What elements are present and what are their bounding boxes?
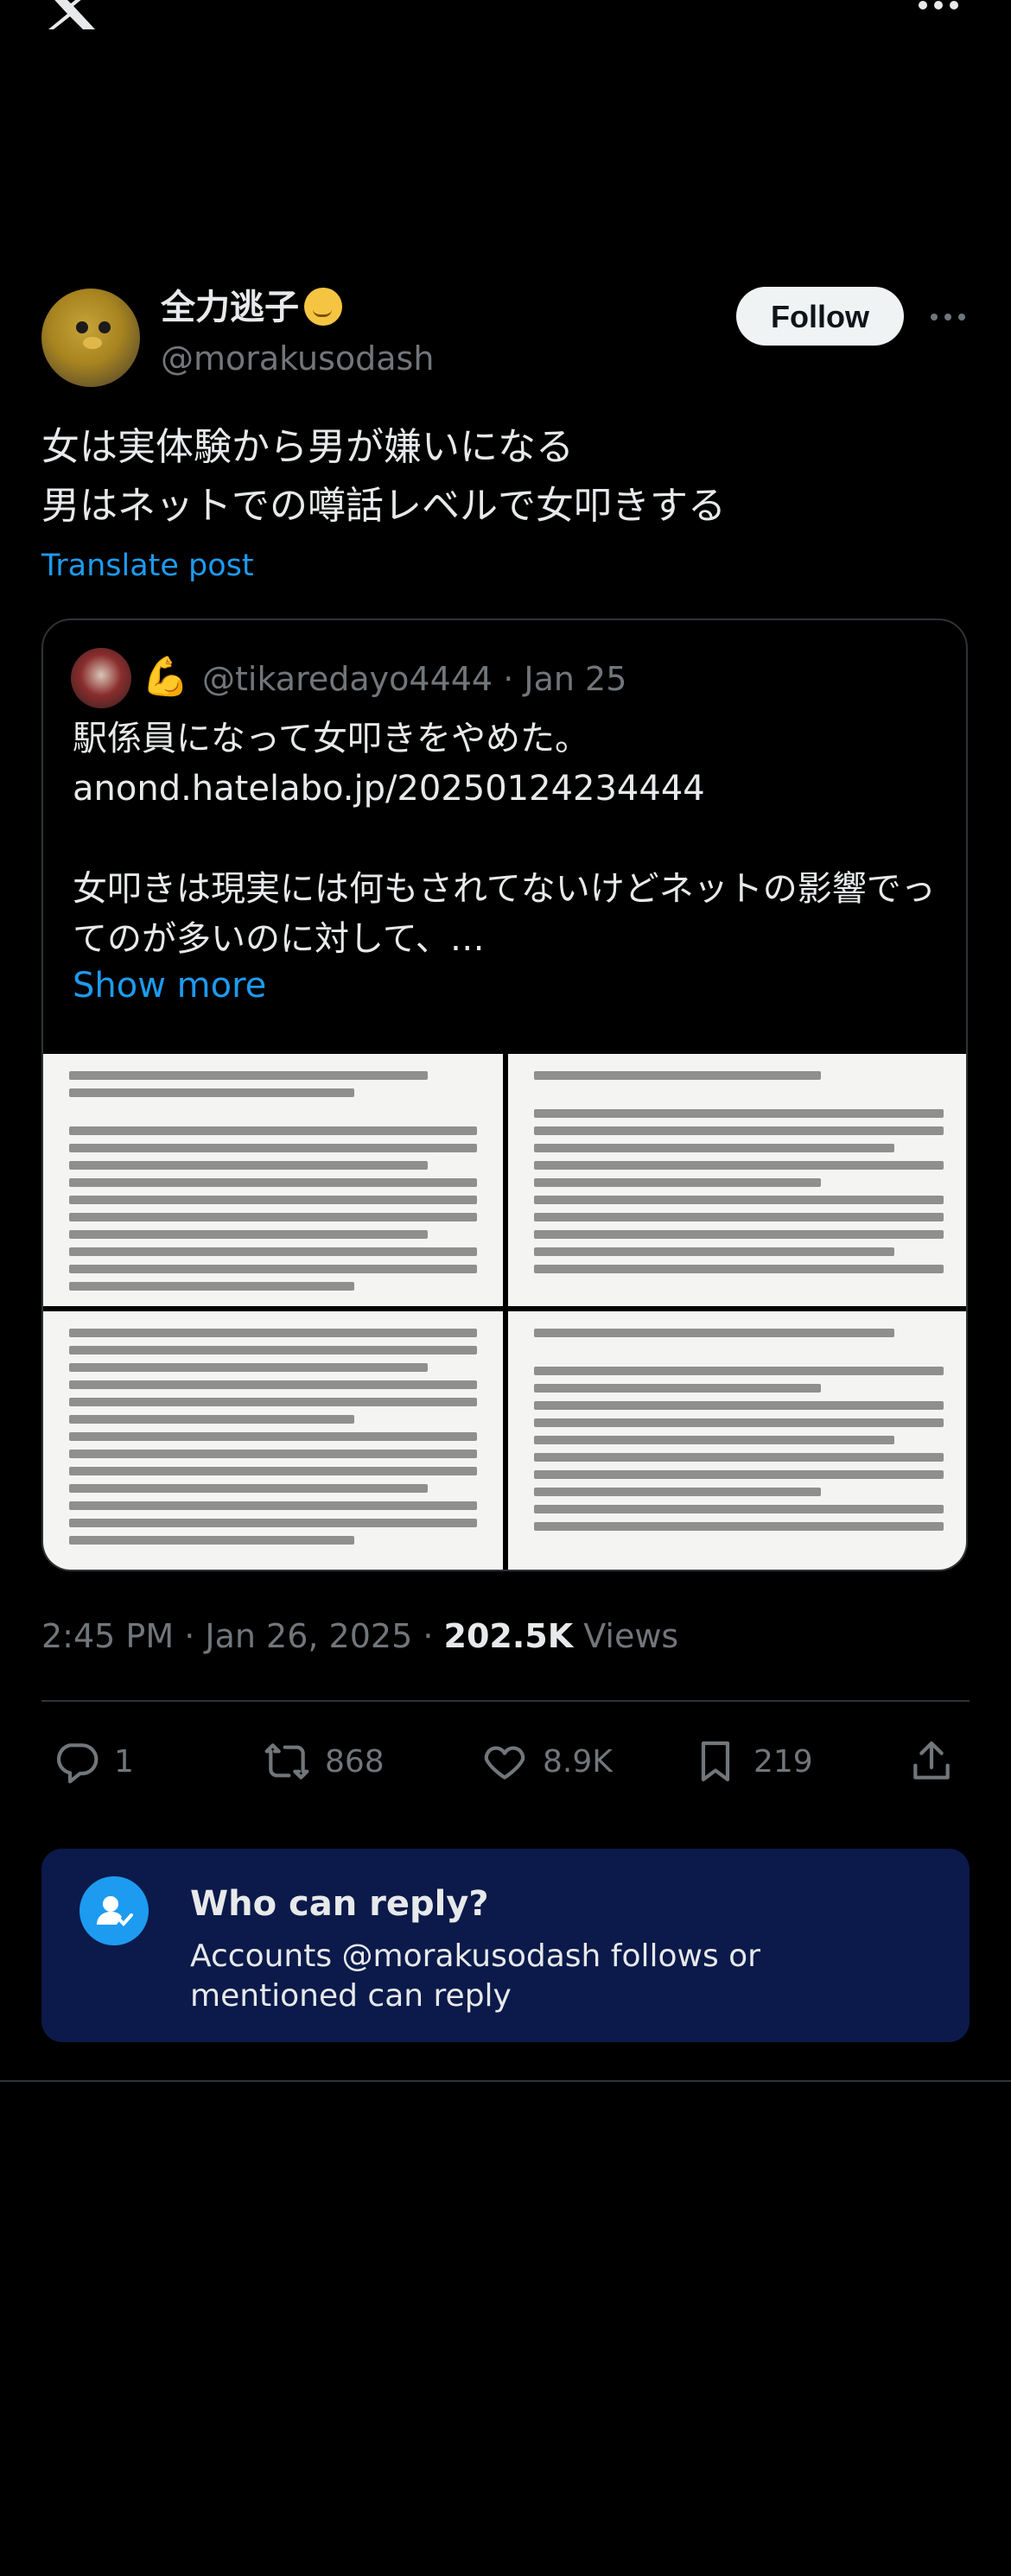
reply-restriction-banner: Who can reply? Accounts @morakusodash fo…	[41, 1849, 970, 2042]
views-label: Views	[583, 1617, 679, 1655]
quoted-handle: @tikaredayo4444	[202, 660, 493, 698]
user-check-icon	[79, 1876, 149, 1945]
display-name-text: 全力逃子	[161, 288, 299, 327]
quoted-date: Jan 25	[524, 660, 627, 698]
views-count: 202.5K	[443, 1617, 574, 1655]
like-button[interactable]: 8.9K	[480, 1731, 613, 1792]
author-handle[interactable]: @morakusodash	[161, 335, 434, 382]
article-screenshot-3[interactable]	[43, 1311, 503, 1570]
reply-count: 1	[114, 1743, 134, 1780]
reply-button[interactable]: 1	[52, 1731, 134, 1792]
share-button[interactable]	[907, 1731, 970, 1792]
article-screenshot-1[interactable]	[43, 1054, 503, 1306]
more-horizontal-icon[interactable]	[916, 0, 961, 16]
meta-separator: ·	[412, 1617, 444, 1655]
show-more-link[interactable]: Show more	[73, 961, 266, 1011]
avatar[interactable]	[41, 289, 140, 387]
flexed-biceps-emoji-icon: 💪	[142, 655, 189, 699]
reply-icon	[56, 1743, 99, 1784]
divider	[41, 1700, 970, 1702]
follow-button[interactable]: Follow	[736, 287, 904, 346]
quoted-post-card[interactable]: 💪 @tikaredayo4444 · Jan 25 駅係員になって女叩きをやめ…	[41, 619, 968, 1571]
heart-icon	[484, 1746, 525, 1780]
bookmark-count: 219	[753, 1743, 813, 1780]
quoted-avatar	[71, 648, 131, 708]
share-icon	[913, 1741, 950, 1780]
author-display-name[interactable]: 全力逃子	[161, 283, 342, 332]
post-date[interactable]: Jan 26, 2025	[205, 1617, 412, 1655]
article-screenshot-4[interactable]	[508, 1311, 966, 1570]
like-count: 8.9K	[543, 1743, 613, 1780]
post-metadata: 2:45 PM · Jan 26, 2025 · 202.5K Views	[41, 1612, 678, 1660]
article-screenshot-2[interactable]	[508, 1054, 966, 1306]
melting-face-emoji-icon	[304, 288, 342, 326]
bookmark-icon	[701, 1741, 730, 1782]
post-text: 女は実体験から男が嫌いになる 男はネットでの噂話レベルで女叩きする	[41, 425, 726, 528]
x-logo-icon[interactable]	[43, 0, 99, 29]
repost-button[interactable]: 868	[263, 1731, 385, 1792]
reply-restriction-title: Who can reply?	[190, 1884, 489, 1924]
quoted-separator: ·	[493, 660, 525, 698]
bookmark-button[interactable]: 219	[691, 1731, 813, 1792]
repost-count: 868	[325, 1743, 385, 1780]
post-time[interactable]: 2:45 PM	[41, 1617, 174, 1655]
quoted-handle-line: @tikaredayo4444 · Jan 25	[202, 653, 626, 705]
quoted-text: 駅係員になって女叩きをやめた。 anond.hatelabo.jp/202501…	[73, 719, 936, 959]
reply-restriction-description: Accounts @morakusodash follows or mentio…	[190, 1938, 760, 2014]
post-more-icon[interactable]	[928, 304, 968, 330]
meta-separator: ·	[174, 1617, 206, 1655]
repost-icon	[264, 1743, 309, 1780]
divider	[0, 2080, 1011, 2082]
translate-post-link[interactable]: Translate post	[41, 542, 254, 589]
